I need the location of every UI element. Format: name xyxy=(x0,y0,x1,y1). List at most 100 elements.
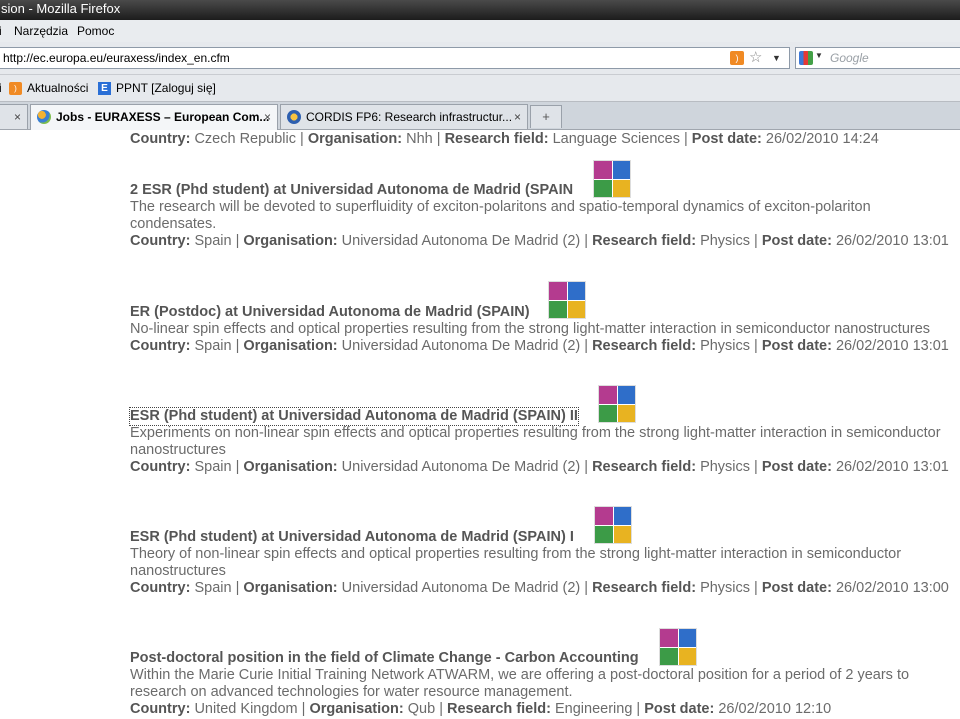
meta-value: 26/02/2010 14:24 xyxy=(765,131,879,147)
bookmark-aktualnosci[interactable]: ) Aktualności xyxy=(9,75,88,101)
tab-partial[interactable]: × xyxy=(0,104,28,129)
logo-square xyxy=(567,282,585,300)
job-listing-area: Country: Czech Republic | Organisation: … xyxy=(0,129,960,719)
meta-label: Research field: xyxy=(447,701,551,717)
google-engine-icon[interactable] xyxy=(799,51,813,65)
meta-value: Physics xyxy=(700,233,751,249)
job-item: Post-doctoral position in the field of C… xyxy=(130,650,960,718)
rss-feed-icon[interactable]: ) xyxy=(730,51,744,65)
meta-value: 26/02/2010 13:00 xyxy=(835,580,949,596)
tab-label[interactable]: CORDIS FP6: Research infrastructur... xyxy=(306,105,512,129)
job-title-link[interactable]: ER (Postdoc) at Universidad Autonoma de … xyxy=(130,304,530,321)
meta-value: | xyxy=(296,131,308,147)
bookmark-label[interactable]: PPNT [Zaloguj się] xyxy=(116,75,216,101)
meta-value: Engineering xyxy=(555,701,633,717)
bookmark-item-partial[interactable]: i xyxy=(0,75,2,101)
meta-value: Czech Republic xyxy=(194,131,297,147)
job-description: No-linear spin effects and optical prope… xyxy=(130,321,931,337)
close-tab-icon[interactable]: × xyxy=(14,105,21,129)
meta-label: Research field: xyxy=(592,580,697,596)
meta-value: Physics xyxy=(700,580,751,596)
meta-label: Post date: xyxy=(761,338,832,354)
close-tab-icon[interactable]: × xyxy=(264,105,271,129)
search-box[interactable]: ▼ Google xyxy=(795,47,960,69)
bookmark-label[interactable]: Aktualności xyxy=(27,75,88,101)
euraxess-favicon-icon xyxy=(37,110,51,124)
meta-label: Post date: xyxy=(644,701,715,717)
url-dropdown-icon[interactable]: ▼ xyxy=(772,48,781,68)
job-item: ER (Postdoc) at Universidad Autonoma de … xyxy=(130,304,960,355)
menu-bar: i Narzędzia Pomoc xyxy=(0,20,960,42)
meta-label: Organisation: xyxy=(243,233,338,249)
meta-label: Organisation: xyxy=(307,131,403,147)
meta-value: Qub xyxy=(407,701,436,717)
meta-value: | xyxy=(679,131,692,147)
logo-square xyxy=(594,161,612,179)
meta-value: | xyxy=(580,338,593,354)
meta-label: Post date: xyxy=(761,580,832,596)
job-meta: Country: Spain | Organisation: Universid… xyxy=(130,338,960,355)
address-bar[interactable]: http://ec.europa.eu/euraxess/index_en.cf… xyxy=(0,47,790,69)
meta-label: Country: xyxy=(130,338,191,354)
meta-value: | xyxy=(750,459,762,475)
meta-label: Research field: xyxy=(444,131,549,147)
meta-value: | xyxy=(580,580,593,596)
close-tab-icon[interactable]: × xyxy=(514,105,521,129)
meta-label: Country: xyxy=(130,459,191,475)
logo-square xyxy=(549,282,567,300)
menu-item-help[interactable]: Pomoc xyxy=(77,20,114,42)
navigation-toolbar: http://ec.europa.eu/euraxess/index_en.cf… xyxy=(0,42,960,75)
meta-label: Research field: xyxy=(592,233,697,249)
meta-value: | xyxy=(580,459,593,475)
bookmark-ppnt[interactable]: E PPNT [Zaloguj się] xyxy=(98,75,216,101)
meta-value: | xyxy=(231,233,244,249)
search-engine-dropdown-icon[interactable]: ▼ xyxy=(815,51,823,60)
logo-square xyxy=(595,507,613,525)
job-title-link[interactable]: 2 ESR (Phd student) at Universidad Auton… xyxy=(130,182,573,199)
meta-label: Research field: xyxy=(592,338,697,354)
menu-item-tools[interactable]: Narzędzia xyxy=(14,20,68,42)
meta-value: Physics xyxy=(700,338,751,354)
meta-value: | xyxy=(750,580,762,596)
meta-value: | xyxy=(297,701,310,717)
meta-value: 26/02/2010 13:01 xyxy=(835,338,949,354)
job-title-link[interactable]: ESR (Phd student) at Universidad Autonom… xyxy=(130,529,574,546)
job-item: ESR (Phd student) at Universidad Autonom… xyxy=(129,407,960,476)
job-meta: Country: Spain | Organisation: Universid… xyxy=(130,233,960,250)
logo-square xyxy=(617,386,635,404)
window-title-bar: sion - Mozilla Firefox xyxy=(0,0,960,20)
logo-square xyxy=(612,161,630,179)
meta-value: Universidad Autonoma De Madrid (2) xyxy=(341,580,581,596)
job-title-link[interactable]: Post-doctoral position in the field of C… xyxy=(130,650,639,667)
job-meta: Country: Spain | Organisation: Universid… xyxy=(130,459,960,476)
search-placeholder[interactable]: Google xyxy=(830,48,869,68)
meta-value: 26/02/2010 13:01 xyxy=(835,459,949,475)
address-url[interactable]: http://ec.europa.eu/euraxess/index_en.cf… xyxy=(3,48,230,68)
meta-label: Organisation: xyxy=(309,701,404,717)
meta-value: | xyxy=(231,580,244,596)
meta-value: Spain xyxy=(194,338,232,354)
job-title-link[interactable]: ESR (Phd student) at Universidad Autonom… xyxy=(129,407,579,426)
bookmark-label[interactable]: i xyxy=(0,75,2,101)
meta-value: Physics xyxy=(700,459,751,475)
logo-square xyxy=(613,507,631,525)
meta-label: Post date: xyxy=(691,131,762,147)
meta-label: Organisation: xyxy=(243,580,338,596)
bookmarks-toolbar: i ) Aktualności E PPNT [Zaloguj się] xyxy=(0,75,960,102)
meta-value: Universidad Autonoma De Madrid (2) xyxy=(341,233,581,249)
tab-euraxess-jobs[interactable]: Jobs - EURAXESS – European Com... × xyxy=(30,104,278,130)
meta-label: Country: xyxy=(130,701,191,717)
job-item: 2 ESR (Phd student) at Universidad Auton… xyxy=(130,182,960,250)
menu-item-history[interactable]: i xyxy=(0,20,2,42)
meta-value: Universidad Autonoma De Madrid (2) xyxy=(341,459,581,475)
job-description: The research will be devoted to superflu… xyxy=(130,199,871,232)
window-title: sion - Mozilla Firefox xyxy=(1,1,121,16)
tab-cordis[interactable]: CORDIS FP6: Research infrastructur... × xyxy=(280,104,528,129)
tab-label[interactable]: Jobs - EURAXESS – European Com... xyxy=(56,105,269,129)
meta-value: | xyxy=(632,701,645,717)
meta-label: Country: xyxy=(130,233,191,249)
new-tab-button[interactable]: + xyxy=(530,105,562,128)
meta-value: United Kingdom xyxy=(194,701,298,717)
bookmark-star-icon[interactable]: ☆ xyxy=(749,48,762,68)
job-meta: Country: Czech Republic | Organisation: … xyxy=(130,131,960,148)
